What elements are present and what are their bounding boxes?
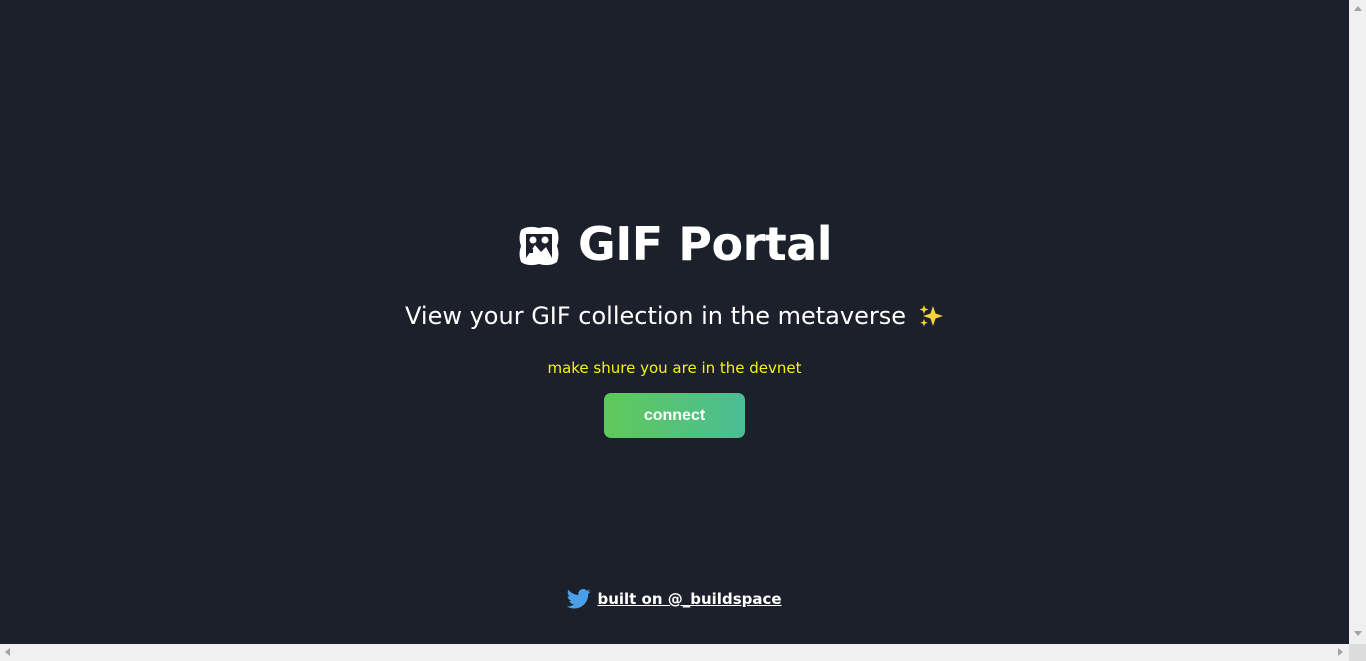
horizontal-scrollbar[interactable] xyxy=(0,644,1349,661)
subtitle-text: View your GIF collection in the metavers… xyxy=(405,302,906,330)
page-title: GIF Portal xyxy=(577,217,833,271)
footer: built on @_buildspace xyxy=(0,586,1349,612)
page-header: GIF Portal xyxy=(0,214,1349,274)
page-viewport: GIF Portal View your GIF collection in t… xyxy=(0,0,1349,644)
scroll-left-icon[interactable] xyxy=(5,648,10,656)
sparkles-icon xyxy=(919,305,943,327)
twitter-icon xyxy=(567,589,592,609)
scroll-down-icon[interactable] xyxy=(1354,631,1362,636)
subtitle: View your GIF collection in the metavers… xyxy=(0,298,1349,334)
framed-picture-icon xyxy=(519,226,559,266)
vertical-scrollbar[interactable] xyxy=(1349,0,1366,644)
devnet-notice: make shure you are in the devnet xyxy=(547,359,802,377)
buildspace-link[interactable]: built on @_buildspace xyxy=(597,590,781,608)
scroll-up-icon[interactable] xyxy=(1354,6,1362,11)
scroll-right-icon[interactable] xyxy=(1338,648,1343,656)
connect-wallet-button[interactable]: connect xyxy=(604,393,745,438)
scrollbar-corner xyxy=(1349,644,1366,661)
